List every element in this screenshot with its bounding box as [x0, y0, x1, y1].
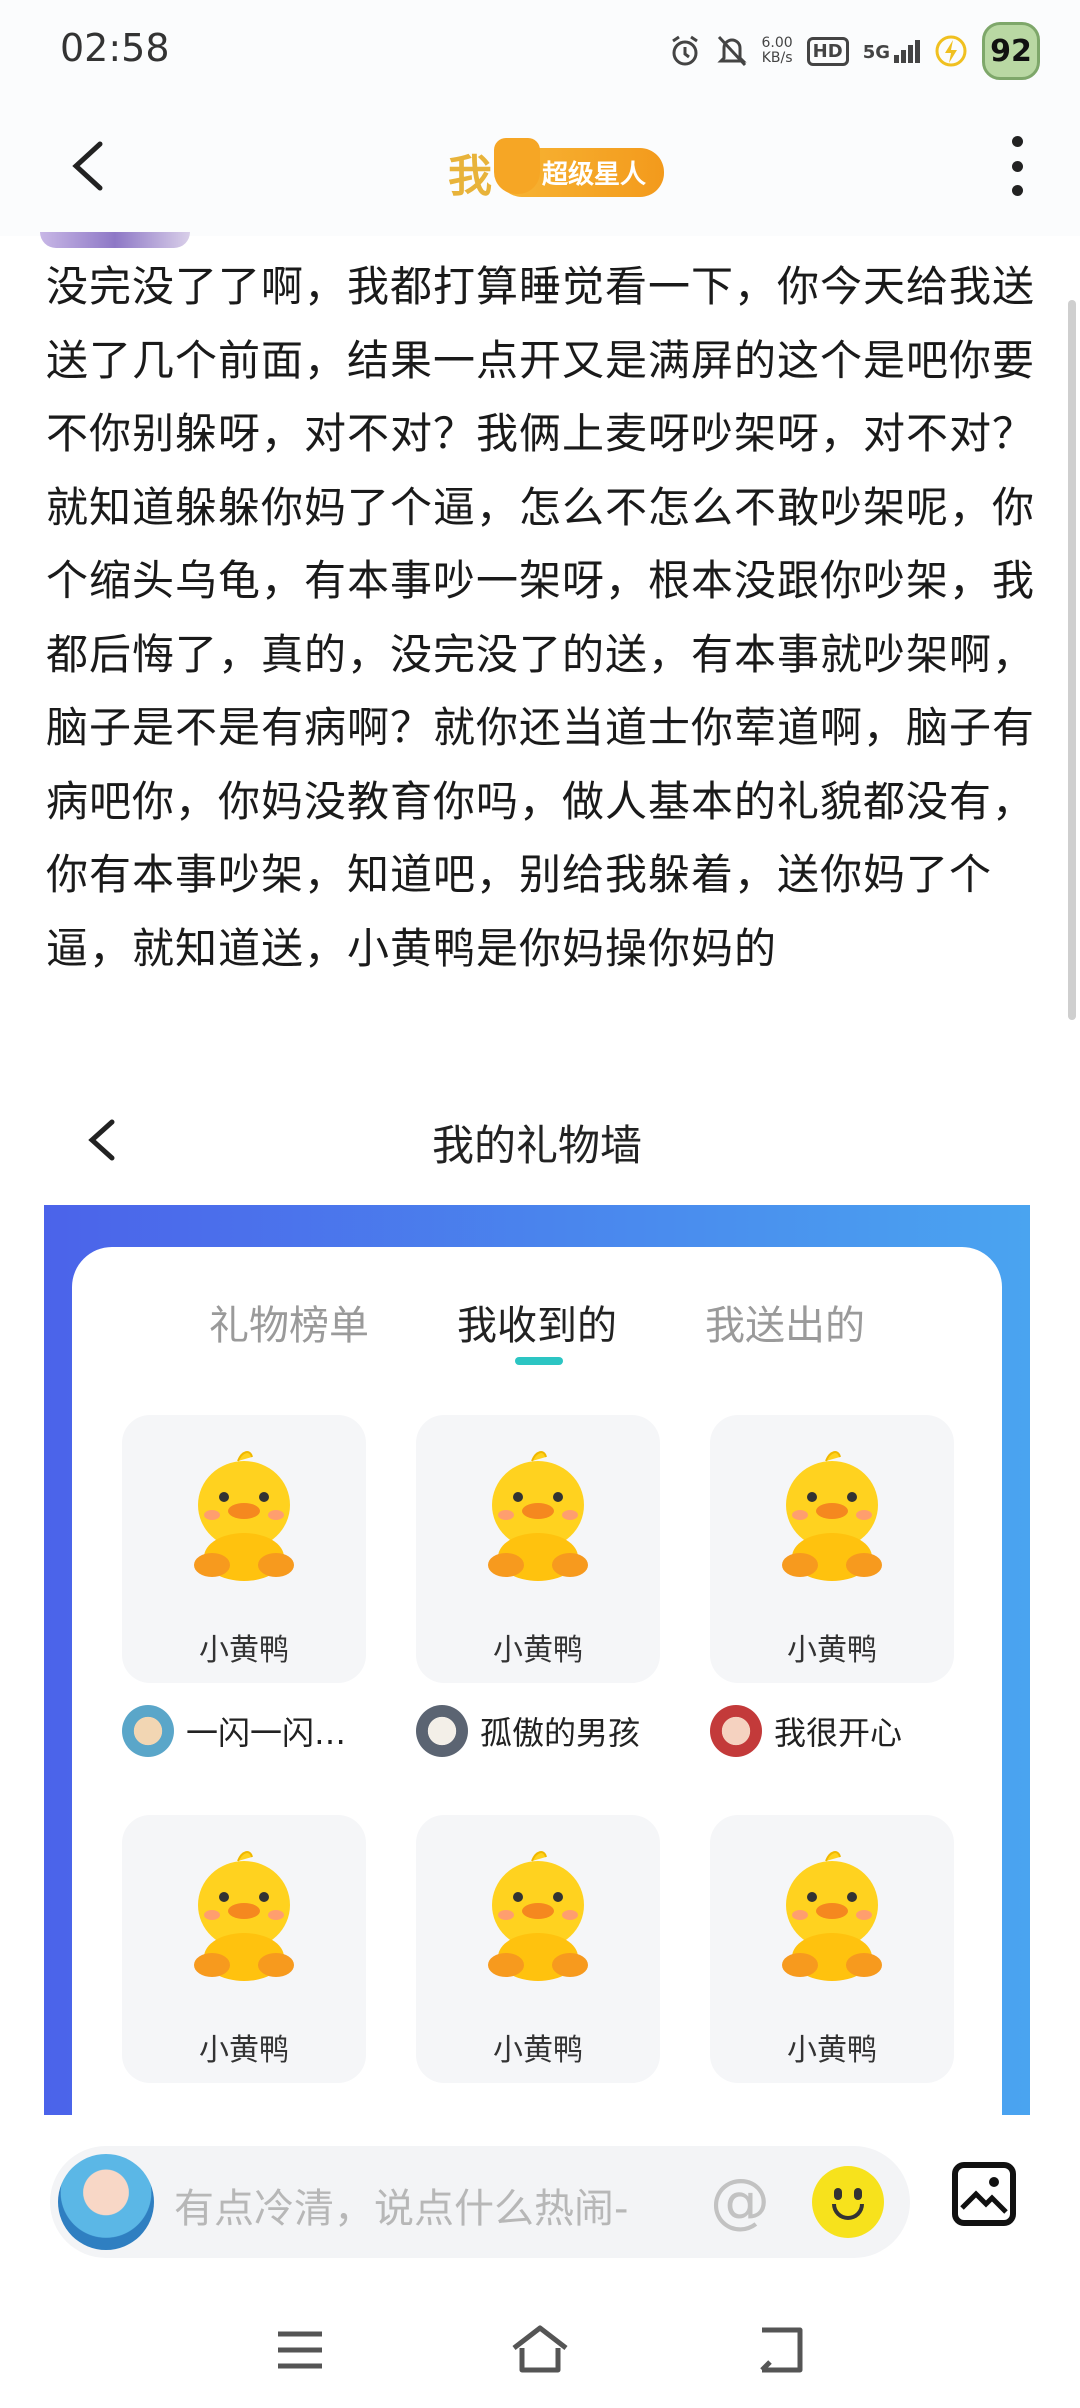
post-body: 没完没了了啊，我都打算睡觉看一下，你今天给我送送了几个前面，结果一点开又是满屏的…: [46, 262, 1036, 973]
emoji-icon[interactable]: [812, 2166, 884, 2238]
tab-received: 我收到的: [457, 1293, 617, 1365]
charging-icon: [935, 35, 967, 67]
duck-gift-icon: [194, 1851, 294, 1981]
mute-icon: [716, 35, 747, 67]
gift-name: 小黄鸭: [787, 1633, 877, 1668]
system-nav-bar: [0, 2290, 1080, 2408]
gift-item: 小黄鸭: [710, 1815, 954, 2083]
gift-wall-header: 我的礼物墙: [44, 1070, 1030, 1205]
comment-composer: 有点冷清，说点什么热闹- @: [0, 2120, 1080, 2280]
gift-wall-title: 我的礼物墙: [431, 1121, 642, 1170]
gift-name: 小黄鸭: [493, 1633, 583, 1668]
gift-wall-card: 礼物榜单 我收到的 我送出的 小黄鸭 一闪一闪… 小黄鸭 孤傲的男孩 小黄鸭 我…: [72, 1247, 1002, 2115]
gift-name: 小黄鸭: [199, 2033, 289, 2068]
gift-item: 小黄鸭 我很开心: [710, 1415, 954, 1757]
sender-name: 我很开心: [774, 1714, 903, 1752]
gift-name: 小黄鸭: [199, 1633, 289, 1668]
menu-icon[interactable]: [268, 2318, 332, 2382]
gift-name: 小黄鸭: [493, 2033, 583, 2068]
tab-gift-ranking: 礼物榜单: [209, 1303, 369, 1349]
duck-gift-icon: [194, 1451, 294, 1581]
avatar: [58, 2154, 154, 2250]
title-text: 我: [448, 151, 492, 202]
duck-gift-icon: [782, 1851, 882, 1981]
back-icon[interactable]: [60, 136, 120, 196]
gift-grid: 小黄鸭 一闪一闪… 小黄鸭 孤傲的男孩 小黄鸭 我很开心 小黄鸭 小黄鸭 小黄鸭: [122, 1415, 958, 2115]
status-bar: 02:58 6.00 KB/s HD 5G 92: [0, 0, 1080, 96]
duck-gift-icon: [488, 1451, 588, 1581]
home-icon[interactable]: [508, 2318, 572, 2382]
comment-input[interactable]: 有点冷清，说点什么热闹- @: [50, 2146, 910, 2258]
avatar: [416, 1705, 468, 1757]
return-icon[interactable]: [748, 2318, 812, 2382]
gift-sender: 孤傲的男孩: [416, 1705, 660, 1757]
sender-name: 孤傲的男孩: [480, 1714, 641, 1752]
duck-gift-icon: [488, 1851, 588, 1981]
page-title: 我 超级星人: [448, 137, 665, 204]
mention-button[interactable]: @: [710, 2166, 770, 2236]
image-icon[interactable]: [952, 2162, 1016, 2226]
duck-gift-icon: [782, 1451, 882, 1581]
hd-badge: HD: [806, 36, 849, 66]
gift-item: 小黄鸭: [416, 1815, 660, 2083]
battery-level: 92: [982, 22, 1040, 80]
post-image-gift-wall[interactable]: 我的礼物墙 礼物榜单 我收到的 我送出的 小黄鸭 一闪一闪… 小黄鸭 孤傲的男孩: [44, 1070, 1030, 2115]
gift-name: 小黄鸭: [787, 2033, 877, 2068]
gift-wall-background: 礼物榜单 我收到的 我送出的 小黄鸭 一闪一闪… 小黄鸭 孤傲的男孩 小黄鸭 我…: [44, 1205, 1030, 2115]
more-icon[interactable]: [1010, 136, 1024, 196]
gift-item: 小黄鸭: [122, 1815, 366, 2083]
net-speed: 6.00 KB/s: [761, 35, 793, 66]
gift-sender: 我很开心: [710, 1705, 954, 1757]
tab-sent: 我送出的: [705, 1303, 865, 1349]
signal-icon: 5G: [863, 39, 920, 63]
gift-item: 小黄鸭 孤傲的男孩: [416, 1415, 660, 1757]
gift-tabs: 礼物榜单 我收到的 我送出的: [72, 1293, 1002, 1365]
avatar: [122, 1705, 174, 1757]
author-avatar-peek: [40, 232, 190, 248]
scrollbar[interactable]: [1068, 300, 1076, 1020]
alarm-icon: [671, 35, 698, 66]
top-app-bar: 我 超级星人: [0, 96, 1080, 236]
sender-name: 一闪一闪…: [186, 1714, 347, 1752]
vip-badge: 超级星人: [493, 137, 665, 197]
comment-placeholder: 有点冷清，说点什么热闹-: [174, 2186, 629, 2232]
status-icons: 6.00 KB/s HD 5G 92: [668, 22, 1040, 80]
gift-item: 小黄鸭 一闪一闪…: [122, 1415, 366, 1757]
status-time: 02:58: [60, 26, 170, 70]
avatar: [710, 1705, 762, 1757]
gift-sender: 一闪一闪…: [122, 1705, 366, 1757]
